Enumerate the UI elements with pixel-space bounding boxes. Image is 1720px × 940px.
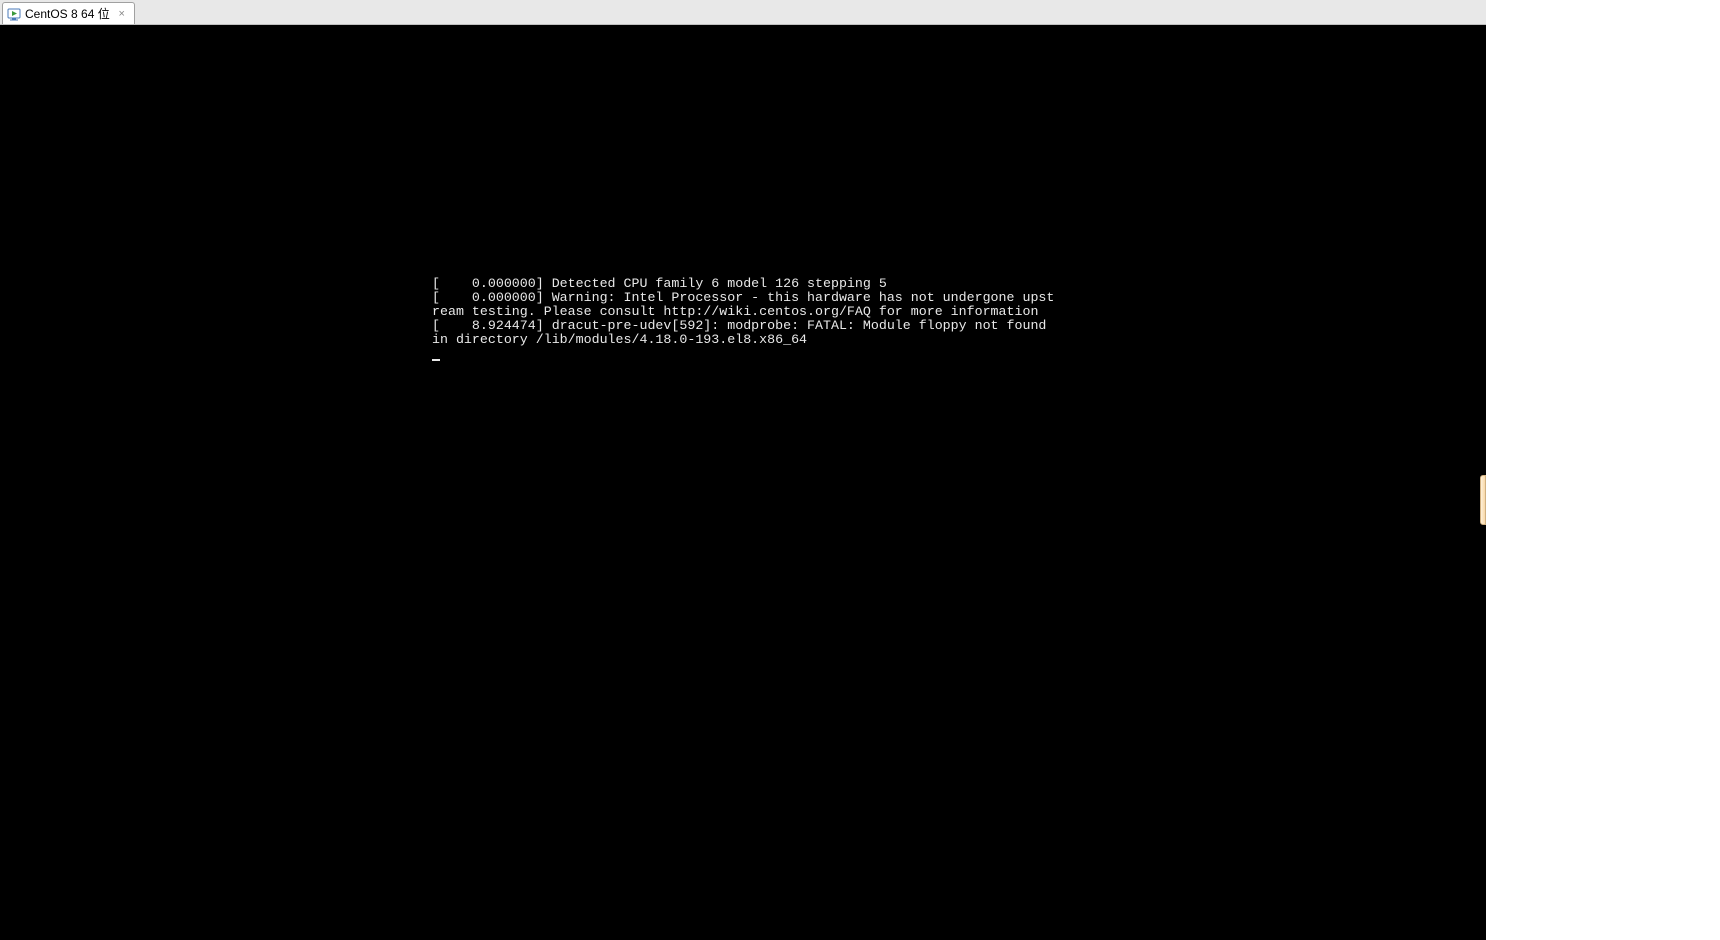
console-line: [ 0.000000] Warning: Intel Processor - t… [432,290,1054,319]
tab-label: CentOS 8 64 位 [25,5,110,22]
vm-tab[interactable]: CentOS 8 64 位 × [2,2,135,24]
cursor-icon [432,359,440,361]
console-line: [ 0.000000] Detected CPU family 6 model … [432,276,887,291]
vm-power-icon [7,7,21,21]
console-line: [ 8.924474] dracut-pre-udev[592]: modpro… [432,318,1054,347]
vm-console[interactable]: [ 0.000000] Detected CPU family 6 model … [0,25,1486,940]
right-panel [1486,0,1720,940]
console-output: [ 0.000000] Detected CPU family 6 model … [432,277,1056,361]
tab-close-button[interactable]: × [116,8,128,20]
tab-bar: CentOS 8 64 位 × [0,0,1720,25]
